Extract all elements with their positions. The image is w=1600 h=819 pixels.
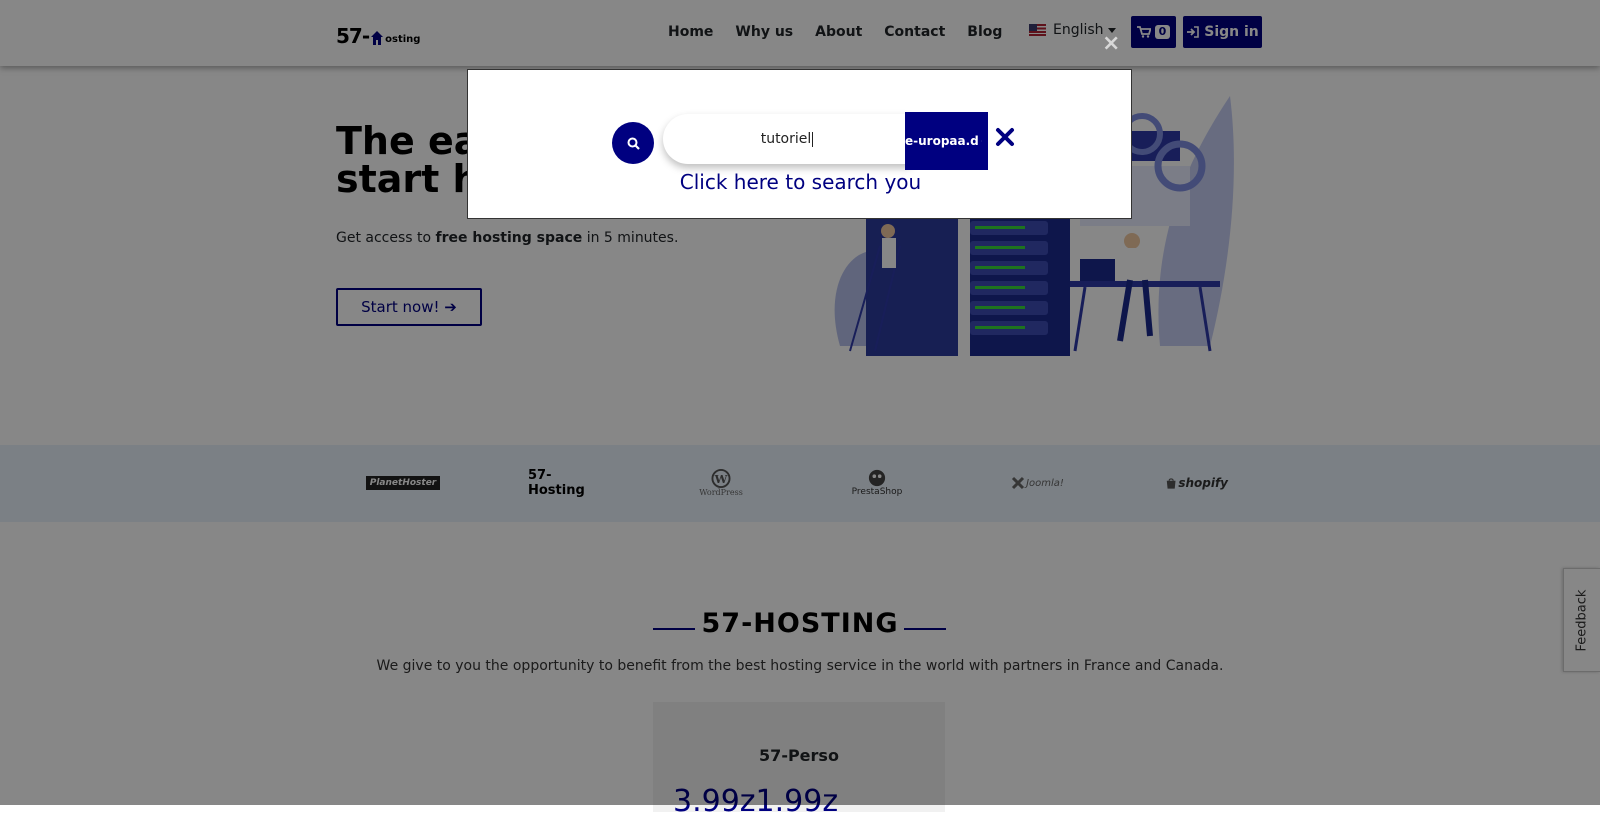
chevron-down-icon [980, 140, 982, 142]
search-button[interactable] [612, 122, 654, 164]
text-cursor [812, 131, 814, 147]
search-modal: tutoriel e-uropaa.d Click here to search… [467, 69, 1132, 219]
domain-extension-select[interactable]: e-uropaa.d [905, 112, 988, 170]
search-hint-link[interactable]: Click here to search you [468, 170, 1133, 194]
search-icon [627, 137, 640, 150]
search-query-text: tutoriel [760, 131, 812, 147]
clear-search-icon[interactable] [994, 126, 1016, 148]
modal-close-button[interactable]: × [1102, 33, 1120, 55]
domain-search-input[interactable]: tutoriel [663, 114, 911, 164]
domain-select-value: e-uropaa.d [905, 134, 979, 148]
